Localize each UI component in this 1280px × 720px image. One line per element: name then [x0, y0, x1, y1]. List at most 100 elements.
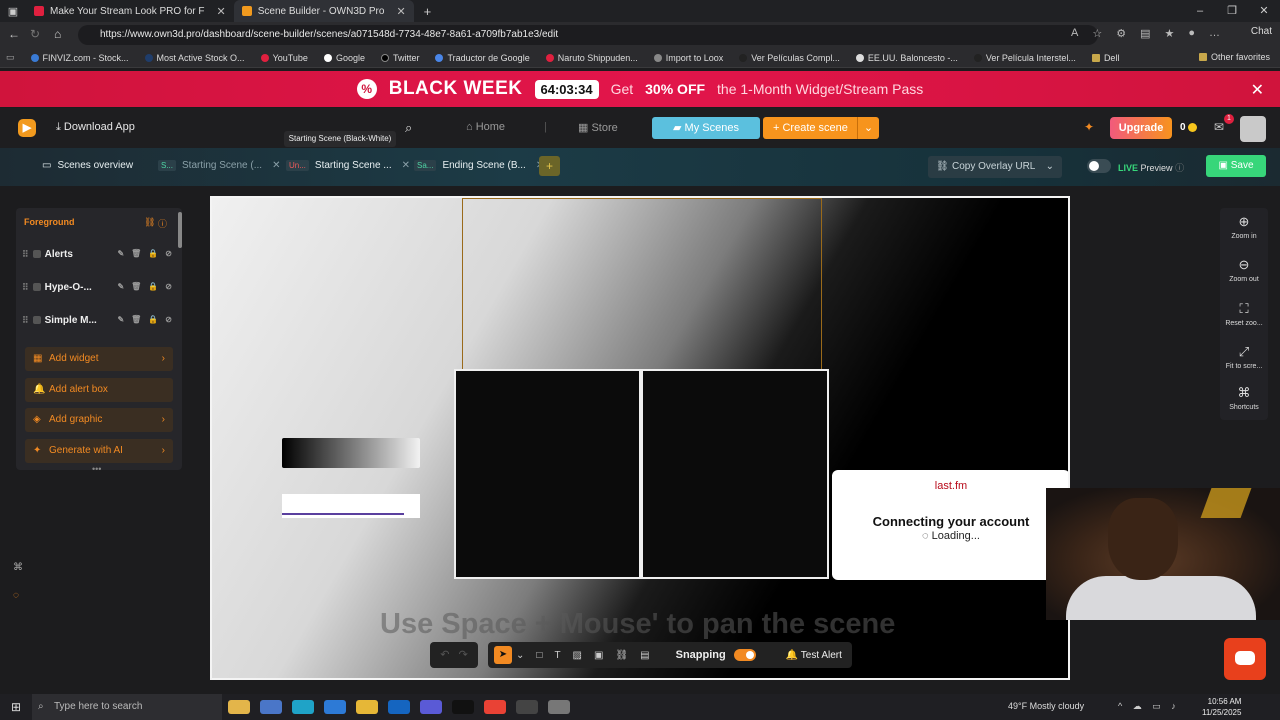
file-explorer-icon[interactable]	[356, 700, 378, 714]
rectangle-tool-icon[interactable]: □	[536, 650, 542, 661]
tab-scene-active[interactable]: Sa...Ending Scene (B...✕	[414, 160, 544, 171]
add-alert-box-button[interactable]: 🔔 Add alert box	[25, 378, 173, 402]
nav-store[interactable]: ▦ Store	[578, 121, 618, 134]
lastfm-widget[interactable]: last.fm Connecting your account ◌ Loadin…	[832, 470, 1068, 580]
drag-handle-icon[interactable]: ⠿	[22, 282, 29, 293]
favorite-star-icon[interactable]: ☆	[1092, 27, 1102, 40]
favorite-item[interactable]: Naruto Shippuden...	[545, 53, 638, 63]
gradient-graphic[interactable]	[282, 438, 420, 468]
reset-zoom-button[interactable]: ⛶ Reset zoo...	[1220, 301, 1268, 327]
copilot-app-icon[interactable]	[228, 700, 250, 714]
add-graphic-button[interactable]: ◈ Add graphic ›	[25, 408, 173, 432]
windows-start-icon[interactable]: ⊞	[0, 700, 32, 714]
undo-icon[interactable]: ↶	[440, 649, 449, 661]
zoom-out-button[interactable]: ⊖ Zoom out	[1220, 257, 1268, 283]
magic-icon[interactable]: ✦	[1084, 120, 1094, 134]
chevron-down-icon[interactable]: ⌄	[516, 650, 524, 661]
add-scene-tab-button[interactable]: +	[539, 156, 560, 176]
support-chat-button[interactable]	[1224, 638, 1266, 680]
favorite-item[interactable]: Ver Película Interstel...	[973, 53, 1076, 63]
lock-icon[interactable]: 🔒	[148, 315, 158, 324]
favorite-item[interactable]: Ver Películas Compl...	[739, 53, 840, 63]
settings-icon[interactable]	[548, 700, 570, 714]
save-button[interactable]: ▣ Save	[1206, 155, 1266, 177]
favorites-icon[interactable]: ★	[1164, 27, 1174, 40]
upgrade-button[interactable]: Upgrade	[1110, 117, 1172, 139]
link-tool-icon[interactable]: ⛓	[615, 650, 628, 661]
hide-icon[interactable]: ⊘	[165, 315, 172, 324]
my-scenes-button[interactable]: ▰ My Scenes	[652, 117, 760, 139]
nav-home[interactable]: ⌂ Home	[466, 121, 505, 133]
tab-scenes-overview[interactable]: ▭ Scenes overview	[42, 160, 133, 171]
copilot-chat-button[interactable]: Chat	[1251, 26, 1272, 37]
other-favorites[interactable]: Other favorites	[1198, 52, 1270, 62]
browser-tab-youtube[interactable]: Make Your Stream Look PRO for F ✕	[26, 0, 234, 22]
cam-frame[interactable]	[641, 369, 829, 579]
progress-graphic[interactable]	[282, 494, 420, 518]
edit-icon[interactable]: ✎	[117, 282, 124, 291]
favorite-item[interactable]: FINVIZ.com - Stock...	[30, 53, 129, 63]
panel-scrollbar[interactable]	[178, 212, 182, 248]
favorite-item[interactable]: Twitter	[380, 53, 419, 63]
url-bar[interactable]: https://www.own3d.pro/dashboard/scene-bu…	[78, 25, 1098, 45]
text-tool-icon[interactable]: T	[554, 650, 560, 661]
collections-icon[interactable]: ▤	[1140, 27, 1150, 40]
image-tool-icon[interactable]: ▨	[573, 650, 582, 661]
outlook-icon[interactable]	[388, 700, 410, 714]
coin-balance[interactable]: 0	[1180, 122, 1198, 133]
delete-icon[interactable]: 🗑	[131, 249, 141, 258]
test-alert-button[interactable]: 🔔 Test Alert	[786, 650, 842, 661]
redo-icon[interactable]: ↷	[459, 649, 468, 661]
lock-icon[interactable]: 🔒	[148, 249, 158, 258]
tiktok-icon[interactable]	[452, 700, 474, 714]
favorite-item[interactable]: Google	[323, 53, 365, 63]
favorite-item[interactable]: Import to Loox	[653, 53, 723, 63]
chevron-down-icon[interactable]: ⌄	[857, 117, 879, 139]
weather-widget[interactable]: 49°F Mostly cloudy	[1008, 701, 1084, 711]
live-preview-toggle[interactable]	[1087, 159, 1111, 173]
tab-scene[interactable]: S... Starting Scene (... ✕	[158, 160, 280, 171]
black-week-banner[interactable]: % BLACK WEEK 64:03:34 Get 30% OFF the 1-…	[0, 71, 1280, 107]
favorite-item[interactable]: Traductor de Google	[435, 53, 530, 63]
close-tab-icon[interactable]: ✕	[402, 160, 410, 171]
widget-tool-icon[interactable]: ▤	[640, 650, 649, 661]
delete-icon[interactable]: 🗑	[131, 315, 141, 324]
chrome-icon[interactable]	[484, 700, 506, 714]
cam-frame[interactable]	[454, 369, 641, 579]
more-icon[interactable]: …	[1209, 27, 1220, 40]
scene-canvas[interactable]: last.fm Connecting your account ◌ Loadin…	[210, 196, 1070, 680]
snapping-toggle[interactable]	[733, 649, 756, 661]
edit-icon[interactable]: ✎	[117, 315, 124, 324]
profile-icon[interactable]: ●	[1188, 27, 1195, 40]
search-icon[interactable]: ⌕	[405, 120, 412, 136]
select-tool-icon[interactable]: ➤	[494, 646, 512, 664]
video-tool-icon[interactable]: ▣	[594, 650, 603, 661]
layer-item[interactable]: ⠿ Simple M... ✎ 🗑 🔒 ⊘	[22, 306, 172, 334]
delete-icon[interactable]: 🗑	[131, 282, 141, 291]
edge-icon[interactable]	[292, 700, 314, 714]
system-tray-icons[interactable]: ^ ☁ ▭ ♪	[1118, 701, 1180, 712]
info-icon[interactable]: ⓘ	[158, 217, 167, 230]
hide-icon[interactable]: ⊘	[165, 249, 172, 258]
create-scene-button[interactable]: + Create scene ⌄	[763, 117, 879, 139]
own3d-logo[interactable]: ▶	[18, 119, 36, 137]
layer-item[interactable]: ⠿ Alerts ✎ 🗑 🔒 ⊘	[22, 240, 172, 268]
favorite-item[interactable]: EE.UU. Baloncesto -...	[855, 53, 958, 63]
avatar[interactable]	[1240, 116, 1266, 142]
layer-item[interactable]: ⠿ Hype-O-... ✎ 🗑 🔒 ⊘	[22, 273, 172, 301]
drag-handle-icon[interactable]: ⠿	[22, 315, 29, 326]
window-close-icon[interactable]: ✕	[1248, 0, 1280, 22]
drag-handle-icon[interactable]: ⠿	[22, 249, 29, 260]
close-tab-icon[interactable]: ✕	[396, 5, 405, 18]
fit-to-screen-button[interactable]: ⤢ Fit to scre...	[1220, 344, 1268, 370]
browser-tab-own3d[interactable]: Scene Builder - OWN3D Pro ✕	[233, 0, 414, 22]
close-tab-icon[interactable]: ✕	[217, 5, 226, 18]
link-icon[interactable]: ⛓	[144, 217, 155, 228]
favorite-item[interactable]: YouTube	[260, 53, 308, 63]
close-tab-icon[interactable]: ✕	[272, 160, 280, 171]
resize-handle-icon[interactable]: •••	[92, 464, 101, 474]
teams-icon[interactable]	[420, 700, 442, 714]
extensions-icon[interactable]: ⚙	[1116, 27, 1126, 40]
clock[interactable]: 10:56 AM 11/25/2025	[1202, 696, 1241, 718]
hide-icon[interactable]: ⊘	[165, 282, 172, 291]
